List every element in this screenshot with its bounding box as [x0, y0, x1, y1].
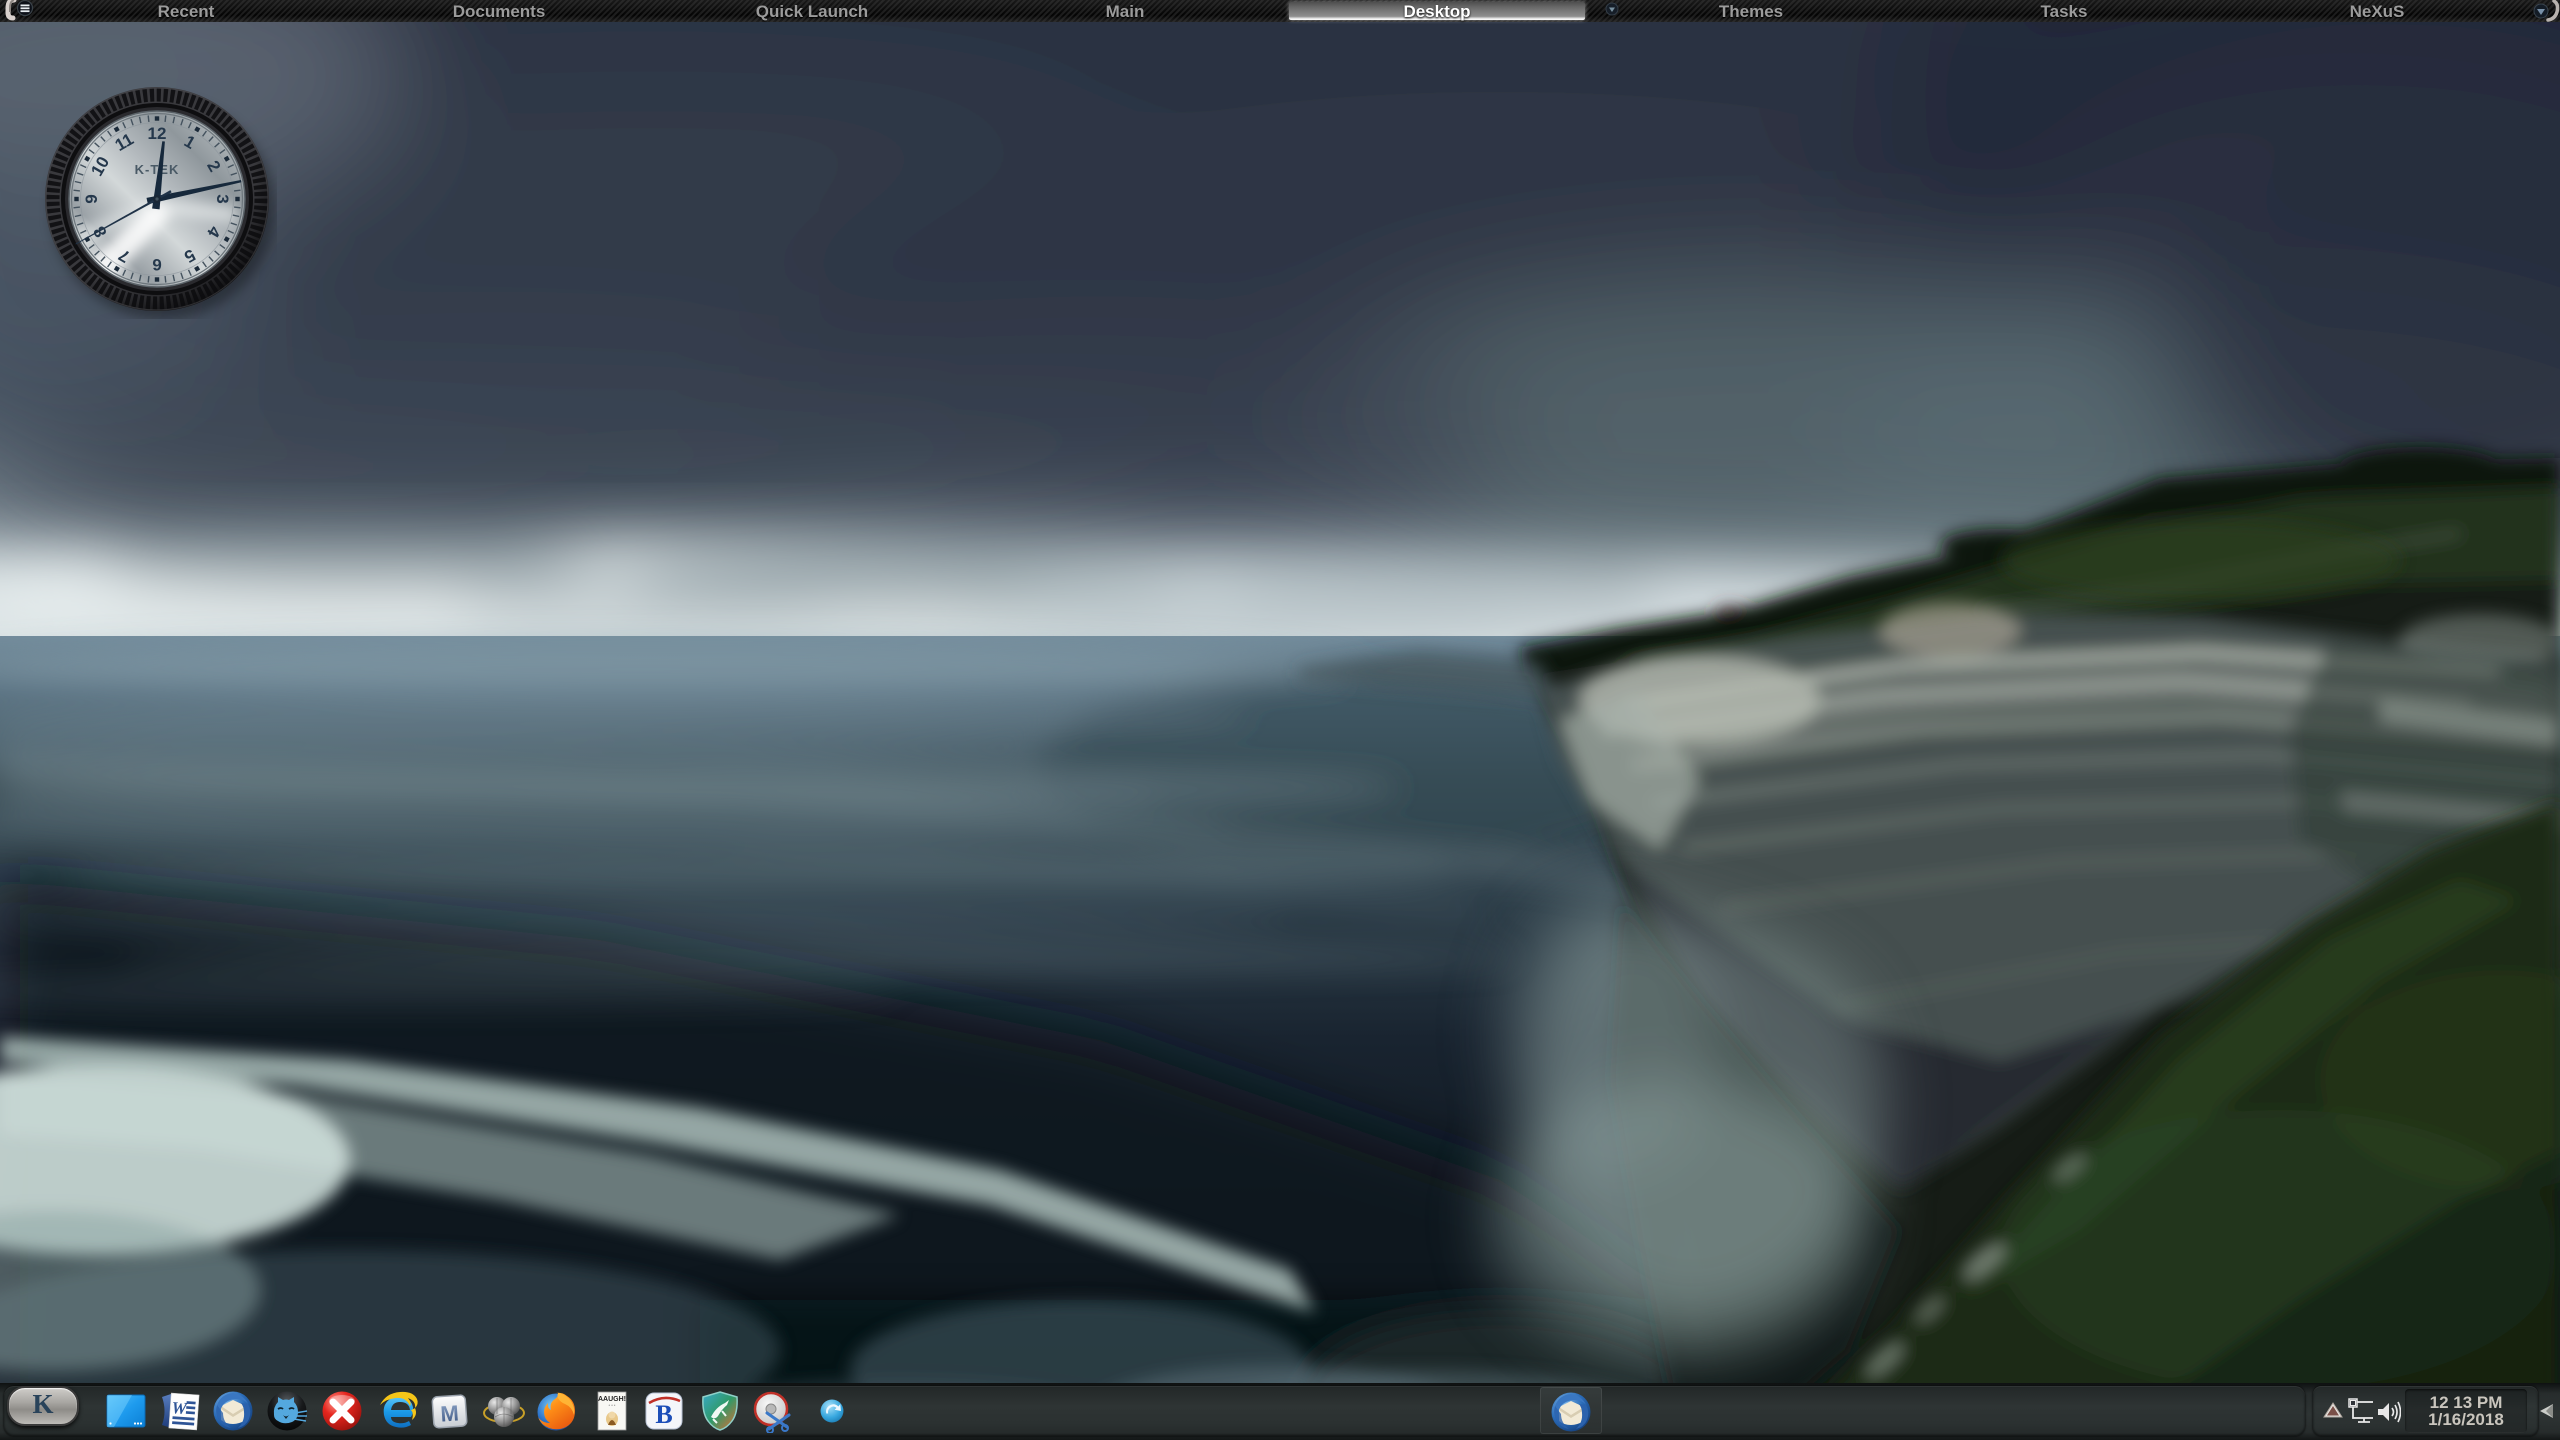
svg-text:3: 3	[213, 194, 232, 203]
svg-text:M: M	[440, 1400, 460, 1426]
svg-text:AAUGH!: AAUGH!	[598, 1396, 626, 1403]
svg-text:* * *: * * *	[609, 1403, 616, 1408]
svg-text:B: B	[655, 1400, 672, 1429]
svg-text:K-TEK: K-TEK	[135, 162, 180, 177]
svg-text:9: 9	[82, 194, 101, 203]
svg-text:12: 12	[148, 124, 167, 143]
svg-text:6: 6	[152, 255, 161, 274]
